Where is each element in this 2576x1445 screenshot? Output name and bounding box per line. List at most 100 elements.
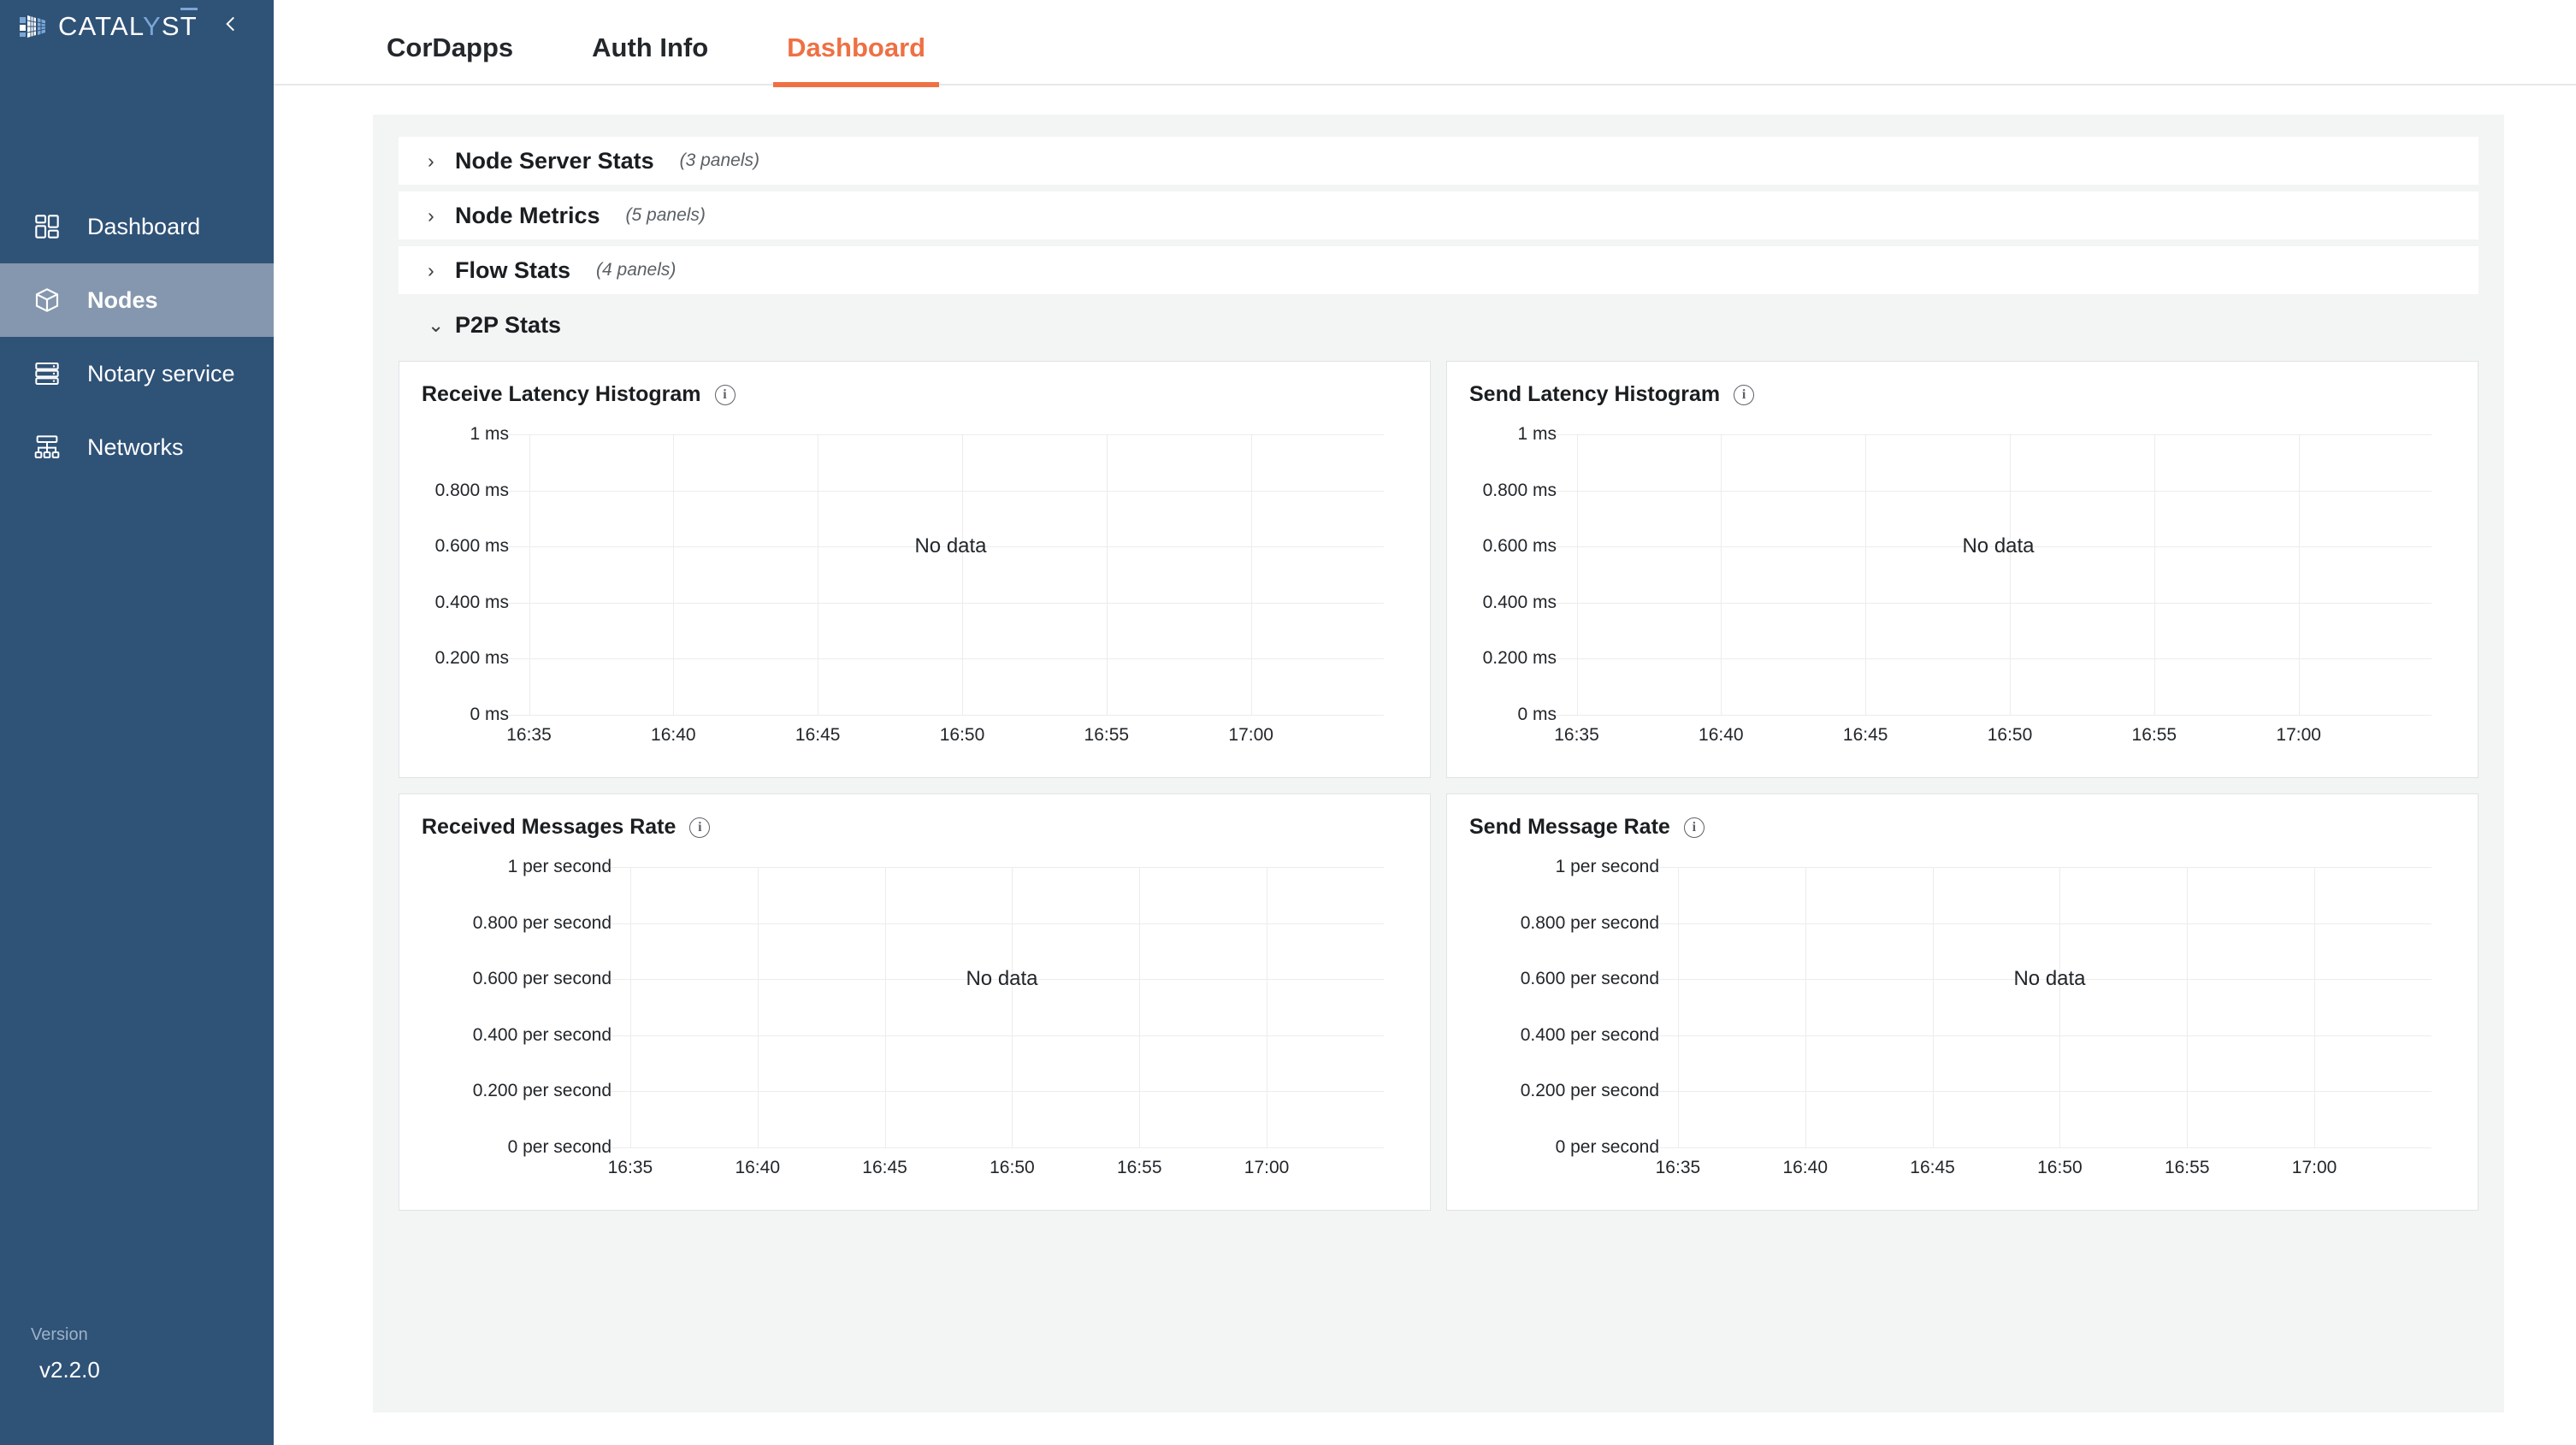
- accordion-title: Node Metrics: [455, 203, 600, 229]
- panel-title: Send Latency Histogram: [1469, 382, 1720, 407]
- chart-send-latency-histogram: 1 ms0.800 ms0.600 ms0.400 ms0.200 ms0 ms…: [1469, 422, 2455, 778]
- x-gridline: [1577, 434, 1578, 715]
- panel-header: Received Messages Rate i: [422, 815, 1408, 840]
- info-icon[interactable]: i: [1734, 385, 1754, 405]
- y-axis-tick-label: 0.200 ms: [1483, 648, 1557, 669]
- chart-send-message-rate: 1 per second0.800 per second0.600 per se…: [1469, 855, 2455, 1211]
- sidebar-item-notary-service[interactable]: Notary service: [0, 337, 274, 410]
- x-axis-tick-label: 16:45: [862, 1158, 907, 1178]
- brand-part3: T: [180, 8, 198, 41]
- y-axis-tick-label: 0.400 ms: [1483, 593, 1557, 613]
- accordion-panel-count: (5 panels): [626, 205, 706, 226]
- x-gridline: [2154, 434, 2155, 715]
- no-data-message: No data: [914, 534, 986, 558]
- y-axis-tick-label: 0 per second: [1556, 1137, 1659, 1158]
- x-gridline: [2010, 434, 2011, 715]
- x-axis-tick-label: 16:45: [1910, 1158, 1955, 1178]
- x-axis-tick-label: 16:50: [990, 1158, 1035, 1178]
- x-axis-tick-label: 16:50: [940, 725, 985, 746]
- accordion-node-metrics[interactable]: › Node Metrics (5 panels): [399, 192, 2479, 239]
- chevron-right-icon: ›: [428, 261, 441, 280]
- sidebar-item-label: Notary service: [87, 361, 235, 387]
- x-gridline: [2314, 867, 2315, 1147]
- chevron-down-icon: ⌄: [428, 316, 441, 335]
- y-gridline: [1555, 603, 2431, 604]
- panel-header: Send Latency Histogram i: [1469, 382, 2455, 407]
- plot-area: 1 ms0.800 ms0.600 ms0.400 ms0.200 ms0 ms…: [1565, 434, 2431, 715]
- tab-dashboard[interactable]: Dashboard: [773, 26, 939, 86]
- brand-header: CATALYST: [0, 0, 274, 53]
- sidebar-item-label: Nodes: [87, 287, 158, 314]
- sidebar-item-networks[interactable]: Networks: [0, 410, 274, 484]
- brand-part1: CATAL: [58, 11, 143, 41]
- y-axis-tick-label: 0.400 per second: [473, 1025, 612, 1046]
- tab-bar: CorDapps Auth Info Dashboard: [274, 0, 2576, 86]
- accordion-panel-count: (3 panels): [680, 150, 759, 171]
- y-gridline: [507, 603, 1384, 604]
- y-axis-tick-label: 0.800 ms: [435, 481, 509, 501]
- panel-received-messages-rate: Received Messages Rate i 1 per second 0.8…: [399, 793, 1431, 1211]
- x-axis-tick-label: 16:55: [2132, 725, 2177, 746]
- info-icon[interactable]: i: [689, 817, 710, 838]
- panel-title: Received Messages Rate: [422, 815, 676, 840]
- version-label: Version: [31, 1325, 100, 1345]
- y-axis-tick-label: 0 per second: [508, 1137, 612, 1158]
- y-gridline: [610, 1091, 1384, 1092]
- x-gridline: [1933, 867, 1934, 1147]
- y-axis-tick-label: 1 per second: [508, 857, 612, 877]
- sidebar-item-dashboard[interactable]: Dashboard: [0, 190, 274, 263]
- x-gridline: [1678, 867, 1679, 1147]
- y-axis-tick-label: 0.400 per second: [1521, 1025, 1659, 1046]
- y-gridline: [1657, 1147, 2431, 1148]
- panel-title: Send Message Rate: [1469, 815, 1670, 840]
- y-axis-tick-label: 0.800 per second: [1521, 913, 1659, 934]
- y-axis-tick-label: 0.200 per second: [1521, 1081, 1659, 1101]
- x-axis-tick-label: 16:55: [1084, 725, 1130, 746]
- y-gridline: [507, 434, 1384, 435]
- x-axis-tick-label: 16:35: [1656, 1158, 1701, 1178]
- x-axis-tick-label: 17:00: [2292, 1158, 2337, 1178]
- x-axis-tick-label: 16:55: [2165, 1158, 2210, 1178]
- accordion-node-server-stats[interactable]: › Node Server Stats (3 panels): [399, 137, 2479, 185]
- y-gridline: [1555, 715, 2431, 716]
- chevron-left-icon[interactable]: [220, 13, 242, 40]
- x-gridline: [1012, 867, 1013, 1147]
- y-gridline: [1555, 434, 2431, 435]
- y-gridline: [1657, 1035, 2431, 1036]
- version-value: v2.2.0: [31, 1357, 100, 1383]
- x-axis-tick-label: 16:40: [735, 1158, 780, 1178]
- x-axis-tick-label: 16:45: [795, 725, 841, 746]
- sidebar-item-nodes[interactable]: Nodes: [0, 263, 274, 337]
- chart-received-messages-rate: 1 per second0.800 per second0.600 per se…: [422, 855, 1408, 1211]
- x-gridline: [1139, 867, 1140, 1147]
- plot-area: 1 per second0.800 per second0.600 per se…: [1668, 867, 2431, 1147]
- sidebar-nav: Dashboard Nodes: [0, 190, 274, 484]
- y-gridline: [610, 923, 1384, 924]
- x-gridline: [529, 434, 530, 715]
- x-axis-tick-label: 16:40: [1699, 725, 1744, 746]
- chevron-right-icon: ›: [428, 206, 441, 226]
- no-data-message: No data: [2013, 967, 2085, 991]
- no-data-message: No data: [966, 967, 1037, 991]
- sidebar: CATALYST Dashboard: [0, 0, 274, 1445]
- plot-area: 1 ms0.800 ms0.600 ms0.400 ms0.200 ms0 ms…: [517, 434, 1384, 715]
- x-gridline: [2059, 867, 2060, 1147]
- tab-auth-info[interactable]: Auth Info: [578, 26, 722, 86]
- y-axis-tick-label: 0 ms: [470, 705, 509, 725]
- chevron-right-icon: ›: [428, 151, 441, 171]
- y-axis-tick-label: 0.800 per second: [473, 913, 612, 934]
- accordion-flow-stats[interactable]: › Flow Stats (4 panels): [399, 246, 2479, 294]
- chart-receive-latency-histogram: 1 ms0.800 ms0.600 ms0.400 ms0.200 ms0 ms…: [422, 422, 1408, 778]
- info-icon[interactable]: i: [1684, 817, 1705, 838]
- tab-cordapps[interactable]: CorDapps: [373, 26, 527, 86]
- x-gridline: [2187, 867, 2188, 1147]
- brand-part2: S: [162, 11, 180, 41]
- x-axis-tick-label: 16:40: [651, 725, 696, 746]
- accordion-p2p-stats[interactable]: ⌄ P2P Stats: [399, 301, 2479, 349]
- y-axis-tick-label: 0.600 ms: [1483, 536, 1557, 557]
- info-icon[interactable]: i: [715, 385, 736, 405]
- x-axis-tick-label: 17:00: [1244, 1158, 1290, 1178]
- panel-send-message-rate: Send Message Rate i 1 per second0.800 pe…: [1446, 793, 2479, 1211]
- x-axis-tick-label: 16:35: [1554, 725, 1599, 746]
- x-gridline: [1721, 434, 1722, 715]
